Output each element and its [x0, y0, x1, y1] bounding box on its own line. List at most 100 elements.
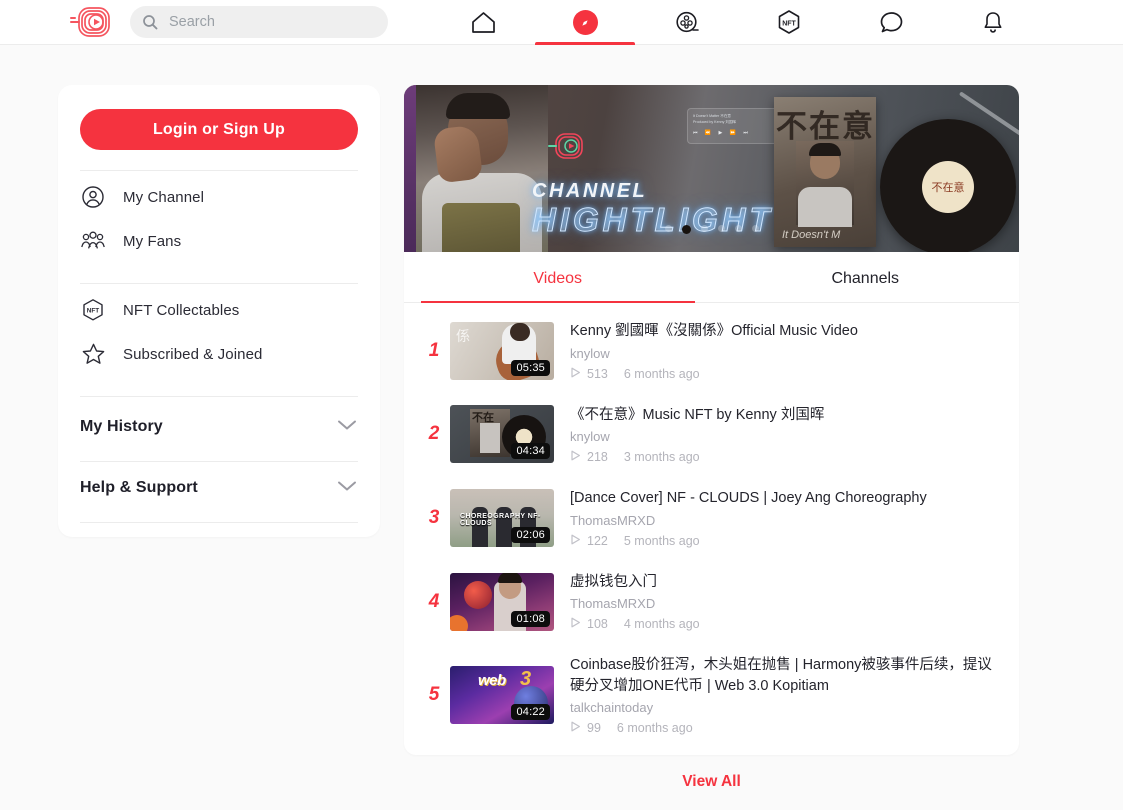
content-card: CHANNEL HIGHTLIGHT It Doesn't Matter 不在意… — [404, 85, 1019, 755]
people-group-icon — [80, 228, 106, 254]
chat-icon — [878, 10, 905, 35]
video-list-item[interactable]: 3 CHOREOGRAPHY NF-CLOUDS 02:06 [Dance Co… — [404, 476, 1019, 560]
search-input[interactable] — [169, 14, 376, 30]
main-content: CHANNEL HIGHTLIGHT It Doesn't Matter 不在意… — [404, 85, 1019, 791]
video-title[interactable]: Kenny 劉國暉《沒關係》Official Music Video — [570, 321, 1001, 342]
video-age: 4 months ago — [624, 617, 700, 631]
sidebar-item-label: NFT Collectables — [123, 302, 239, 319]
sidebar-section-label: My History — [80, 418, 163, 436]
sidebar-item-label: My Channel — [123, 189, 204, 206]
video-stats: 99 6 months ago — [570, 719, 1001, 737]
play-icon — [570, 448, 581, 466]
banner-logo-icon — [547, 130, 587, 169]
app-logo[interactable] — [58, 5, 126, 39]
video-duration: 02:06 — [511, 527, 550, 543]
video-thumbnail[interactable]: 係 05:35 — [450, 322, 554, 380]
nav-explore[interactable] — [534, 0, 636, 45]
sidebar-item-subscribed-joined[interactable]: Subscribed & Joined — [80, 332, 358, 376]
channel-highlight-banner[interactable]: CHANNEL HIGHTLIGHT It Doesn't Matter 不在意… — [404, 85, 1019, 252]
banner-title-line1: CHANNEL — [532, 181, 774, 201]
film-reel-icon — [674, 10, 701, 36]
play-icon — [570, 532, 581, 550]
video-view-count: 122 — [587, 534, 608, 548]
video-stats: 108 4 months ago — [570, 615, 1001, 633]
video-thumbnail[interactable]: web 3 04:22 — [450, 666, 554, 724]
login-or-signup-button[interactable]: Login or Sign Up — [80, 109, 358, 150]
video-list-item[interactable]: 5 web 3 04:22 Coinbase股价狂泻，木头姐在抛售 | Harm… — [404, 643, 1019, 747]
video-channel[interactable]: ThomasMRXD — [570, 596, 1001, 611]
tab-videos[interactable]: Videos — [404, 252, 712, 302]
sidebar-item-my-fans[interactable]: My Fans — [80, 219, 358, 263]
video-channel[interactable]: ThomasMRXD — [570, 513, 1001, 528]
sidebar-section-help-support[interactable]: Help & Support — [80, 462, 358, 514]
star-icon — [80, 341, 106, 367]
nav-notifications[interactable] — [942, 0, 1044, 45]
sidebar-divider — [80, 170, 358, 171]
vinyl-label: 不在意 — [932, 179, 965, 195]
video-title[interactable]: 虚拟钱包入门 — [570, 572, 1001, 593]
video-channel[interactable]: knylow — [570, 346, 1001, 361]
svg-text:NFT: NFT — [87, 307, 100, 314]
video-list-item[interactable]: 2 不在 04:34 《不在意》Music NFT by Kenny 刘国晖 k… — [404, 393, 1019, 477]
video-view-count: 218 — [587, 450, 608, 464]
carousel-dot[interactable] — [752, 225, 759, 232]
nav-movies[interactable] — [636, 0, 738, 45]
video-age: 6 months ago — [617, 721, 693, 735]
main-nav-icons: NFT — [432, 0, 1044, 45]
video-view-count: 108 — [587, 617, 608, 631]
video-channel[interactable]: talkchaintoday — [570, 700, 1001, 715]
video-meta: Kenny 劉國暉《沒關係》Official Music Video knylo… — [554, 319, 1001, 383]
sidebar-divider — [80, 283, 358, 284]
tab-channels[interactable]: Channels — [712, 252, 1020, 302]
carousel-dot-active[interactable] — [682, 225, 691, 234]
video-stats: 122 5 months ago — [570, 532, 1001, 550]
video-thumbnail[interactable]: 01:08 — [450, 573, 554, 631]
play-icon — [570, 365, 581, 383]
video-title[interactable]: 《不在意》Music NFT by Kenny 刘国晖 — [570, 405, 1001, 426]
carousel-dot[interactable] — [735, 225, 742, 232]
video-meta: 《不在意》Music NFT by Kenny 刘国晖 knylow 218 3… — [554, 403, 1001, 467]
video-list: 1 係 05:35 Kenny 劉國暉《沒關係》Official Music V… — [404, 303, 1019, 755]
view-all-button[interactable]: View All — [404, 755, 1019, 791]
video-list-item[interactable]: 1 係 05:35 Kenny 劉國暉《沒關係》Official Music V… — [404, 309, 1019, 393]
thumbnail-overlay-text: CHOREOGRAPHY NF-CLOUDS — [460, 513, 554, 527]
nav-chat[interactable] — [840, 0, 942, 45]
video-stats: 513 6 months ago — [570, 365, 1001, 383]
video-duration: 01:08 — [511, 611, 550, 627]
search-bar[interactable] — [130, 6, 388, 38]
video-channel[interactable]: knylow — [570, 429, 1001, 444]
content-tabs: Videos Channels — [404, 252, 1019, 303]
video-meta: [Dance Cover] NF - CLOUDS | Joey Ang Cho… — [554, 486, 1001, 550]
user-circle-icon — [80, 184, 106, 210]
video-thumbnail[interactable]: 不在 04:34 — [450, 405, 554, 463]
svg-text:NFT: NFT — [782, 20, 796, 27]
chevron-down-icon — [336, 418, 358, 437]
bell-icon — [981, 10, 1005, 36]
carousel-dot[interactable] — [665, 225, 672, 232]
carousel-dot[interactable] — [701, 225, 708, 232]
sidebar: Login or Sign Up My Channel — [58, 85, 380, 537]
video-meta: 虚拟钱包入门 ThomasMRXD 108 4 months ago — [554, 570, 1001, 634]
nft-hexagon-icon: NFT — [80, 297, 106, 323]
sidebar-item-nft-collectables[interactable]: NFT NFT Collectables — [80, 288, 358, 332]
sidebar-divider — [80, 396, 358, 397]
video-duration: 04:22 — [511, 704, 550, 720]
carousel-dots — [404, 225, 1019, 234]
nft-icon: NFT — [776, 9, 802, 37]
sidebar-item-my-channel[interactable]: My Channel — [80, 175, 358, 219]
app-logo-play-icon — [69, 5, 115, 39]
video-duration: 05:35 — [511, 360, 550, 376]
carousel-dot[interactable] — [718, 225, 725, 232]
mini-player-producer: Produced by Kenny 刘国晖 — [693, 119, 783, 125]
video-title[interactable]: [Dance Cover] NF - CLOUDS | Joey Ang Cho… — [570, 488, 1001, 509]
video-rank: 5 — [418, 684, 450, 706]
video-title[interactable]: Coinbase股价狂泻，木头姐在抛售 | Harmony被骇事件后续，提议硬分… — [570, 655, 1001, 696]
video-thumbnail[interactable]: CHOREOGRAPHY NF-CLOUDS 02:06 — [450, 489, 554, 547]
video-list-item[interactable]: 4 01:08 虚拟钱包入门 ThomasMRXD — [404, 560, 1019, 644]
video-rank: 4 — [418, 591, 450, 613]
mini-player-controls: ⏮ ⏪ ▶ ⏩ ⏭ — [693, 129, 783, 138]
nav-nft[interactable]: NFT — [738, 0, 840, 45]
sidebar-section-my-history[interactable]: My History — [80, 401, 358, 453]
nav-home[interactable] — [432, 0, 534, 45]
video-rank: 3 — [418, 507, 450, 529]
